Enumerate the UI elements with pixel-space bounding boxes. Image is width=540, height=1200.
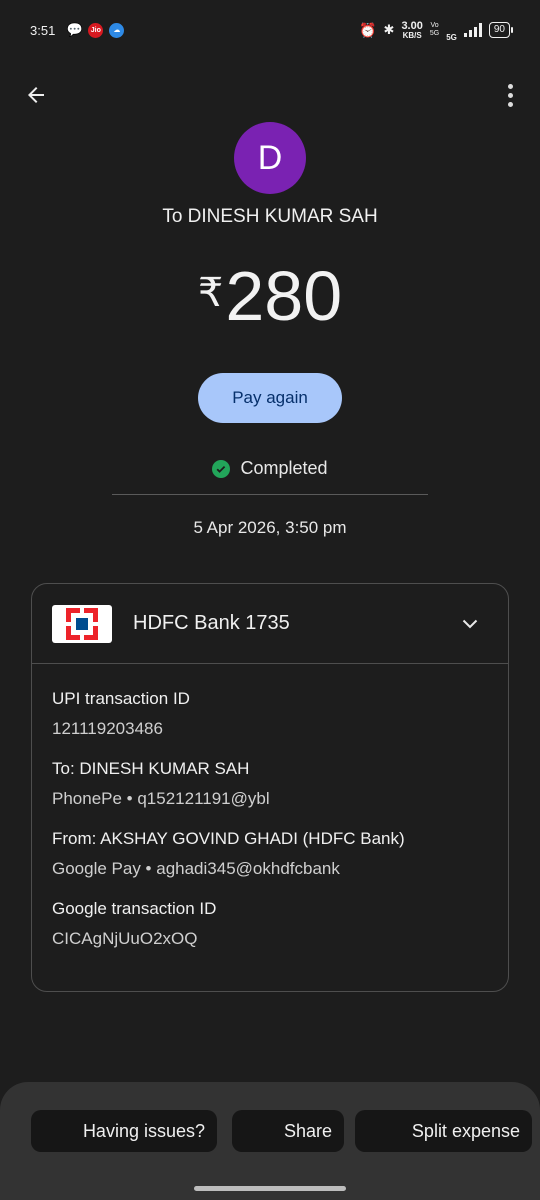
- detail-google-transaction-id: Google transaction ID CICAgNjUuO2xOQ: [52, 898, 488, 950]
- more-vert-dot: [507, 101, 513, 107]
- detail-label: Google transaction ID: [52, 899, 217, 918]
- detail-value[interactable]: 121119203486: [52, 718, 488, 740]
- detail-upi-transaction-id: UPI transaction ID 121119203486: [52, 688, 488, 740]
- bank-name: HDFC Bank 1735: [133, 612, 290, 634]
- transaction-details-card: HDFC Bank 1735 UPI transaction ID 121119…: [31, 583, 509, 992]
- network-speed-unit: KB/S: [402, 30, 422, 40]
- having-issues-button[interactable]: Having issues?: [31, 1110, 217, 1152]
- details-list: UPI transaction ID 121119203486 To: DINE…: [32, 664, 508, 950]
- amount: ₹280: [0, 256, 540, 336]
- check-circle-icon: [212, 459, 231, 478]
- amount-value: 280: [225, 257, 343, 335]
- split-expense-button[interactable]: Split expense: [355, 1110, 532, 1152]
- detail-to: To: DINESH KUMAR SAH PhonePe • q15212119…: [52, 758, 488, 810]
- status-right: ⏰ ✱ 3.00 KB/S Vo 5G 5G 90: [359, 19, 514, 42]
- status-text: Completed: [240, 458, 328, 478]
- transaction-status: Completed: [0, 458, 540, 479]
- detail-label: From: AKSHAY GOVIND GHADI (HDFC Bank): [52, 829, 405, 848]
- home-indicator[interactable]: [194, 1186, 346, 1191]
- battery-icon: 90: [488, 22, 514, 38]
- transaction-datetime: 5 Apr 2026, 3:50 pm: [193, 518, 347, 537]
- arrow-left-icon: [28, 87, 44, 103]
- bank-account-row[interactable]: HDFC Bank 1735: [32, 584, 508, 664]
- jio-notification-icon: Jio: [88, 22, 104, 38]
- detail-value[interactable]: PhonePe • q152121191@ybl: [52, 788, 488, 810]
- share-button[interactable]: Share: [232, 1110, 344, 1152]
- avatar: D: [234, 122, 306, 194]
- chevron-down-icon[interactable]: [458, 612, 482, 636]
- status-left: 3:51 💬 Jio ☁: [30, 22, 125, 38]
- more-vert-icon: [507, 83, 513, 89]
- detail-label: UPI transaction ID: [52, 689, 190, 708]
- detail-value[interactable]: Google Pay • aghadi345@okhdfcbank: [52, 858, 488, 880]
- signal-icon: [463, 23, 482, 37]
- volte-bottom: 5G: [429, 30, 440, 37]
- back-button[interactable]: [20, 80, 52, 110]
- cloud-notification-icon: ☁: [109, 22, 125, 38]
- pay-again-button[interactable]: Pay again: [198, 373, 342, 423]
- bluetooth-icon: ✱: [383, 22, 395, 37]
- status-time: 3:51: [30, 22, 56, 38]
- recipient-title: To DINESH KUMAR SAH: [162, 206, 378, 227]
- more-vert-dot: [507, 92, 513, 98]
- status-bar: 3:51 💬 Jio ☁ ⏰ ✱ 3.00 KB/S Vo 5G 5G 90: [0, 0, 540, 60]
- currency-symbol: ₹: [197, 271, 224, 315]
- volte-indicator: Vo 5G: [430, 22, 439, 38]
- detail-label: To: DINESH KUMAR SAH: [52, 759, 250, 778]
- chat-notification-icon: 💬: [66, 22, 83, 37]
- network-type: 5G: [446, 32, 457, 42]
- volte-top: Vo: [430, 22, 439, 29]
- bottom-action-sheet: Having issues? Share Split expense: [0, 1082, 540, 1200]
- network-speed: 3.00 KB/S: [401, 20, 422, 40]
- hdfc-logo-icon: [52, 604, 112, 643]
- detail-from: From: AKSHAY GOVIND GHADI (HDFC Bank) Go…: [52, 828, 488, 880]
- divider: [112, 494, 428, 495]
- alarm-icon: ⏰: [359, 21, 377, 38]
- more-options-button[interactable]: [500, 80, 520, 110]
- detail-value[interactable]: CICAgNjUuO2xOQ: [52, 928, 488, 950]
